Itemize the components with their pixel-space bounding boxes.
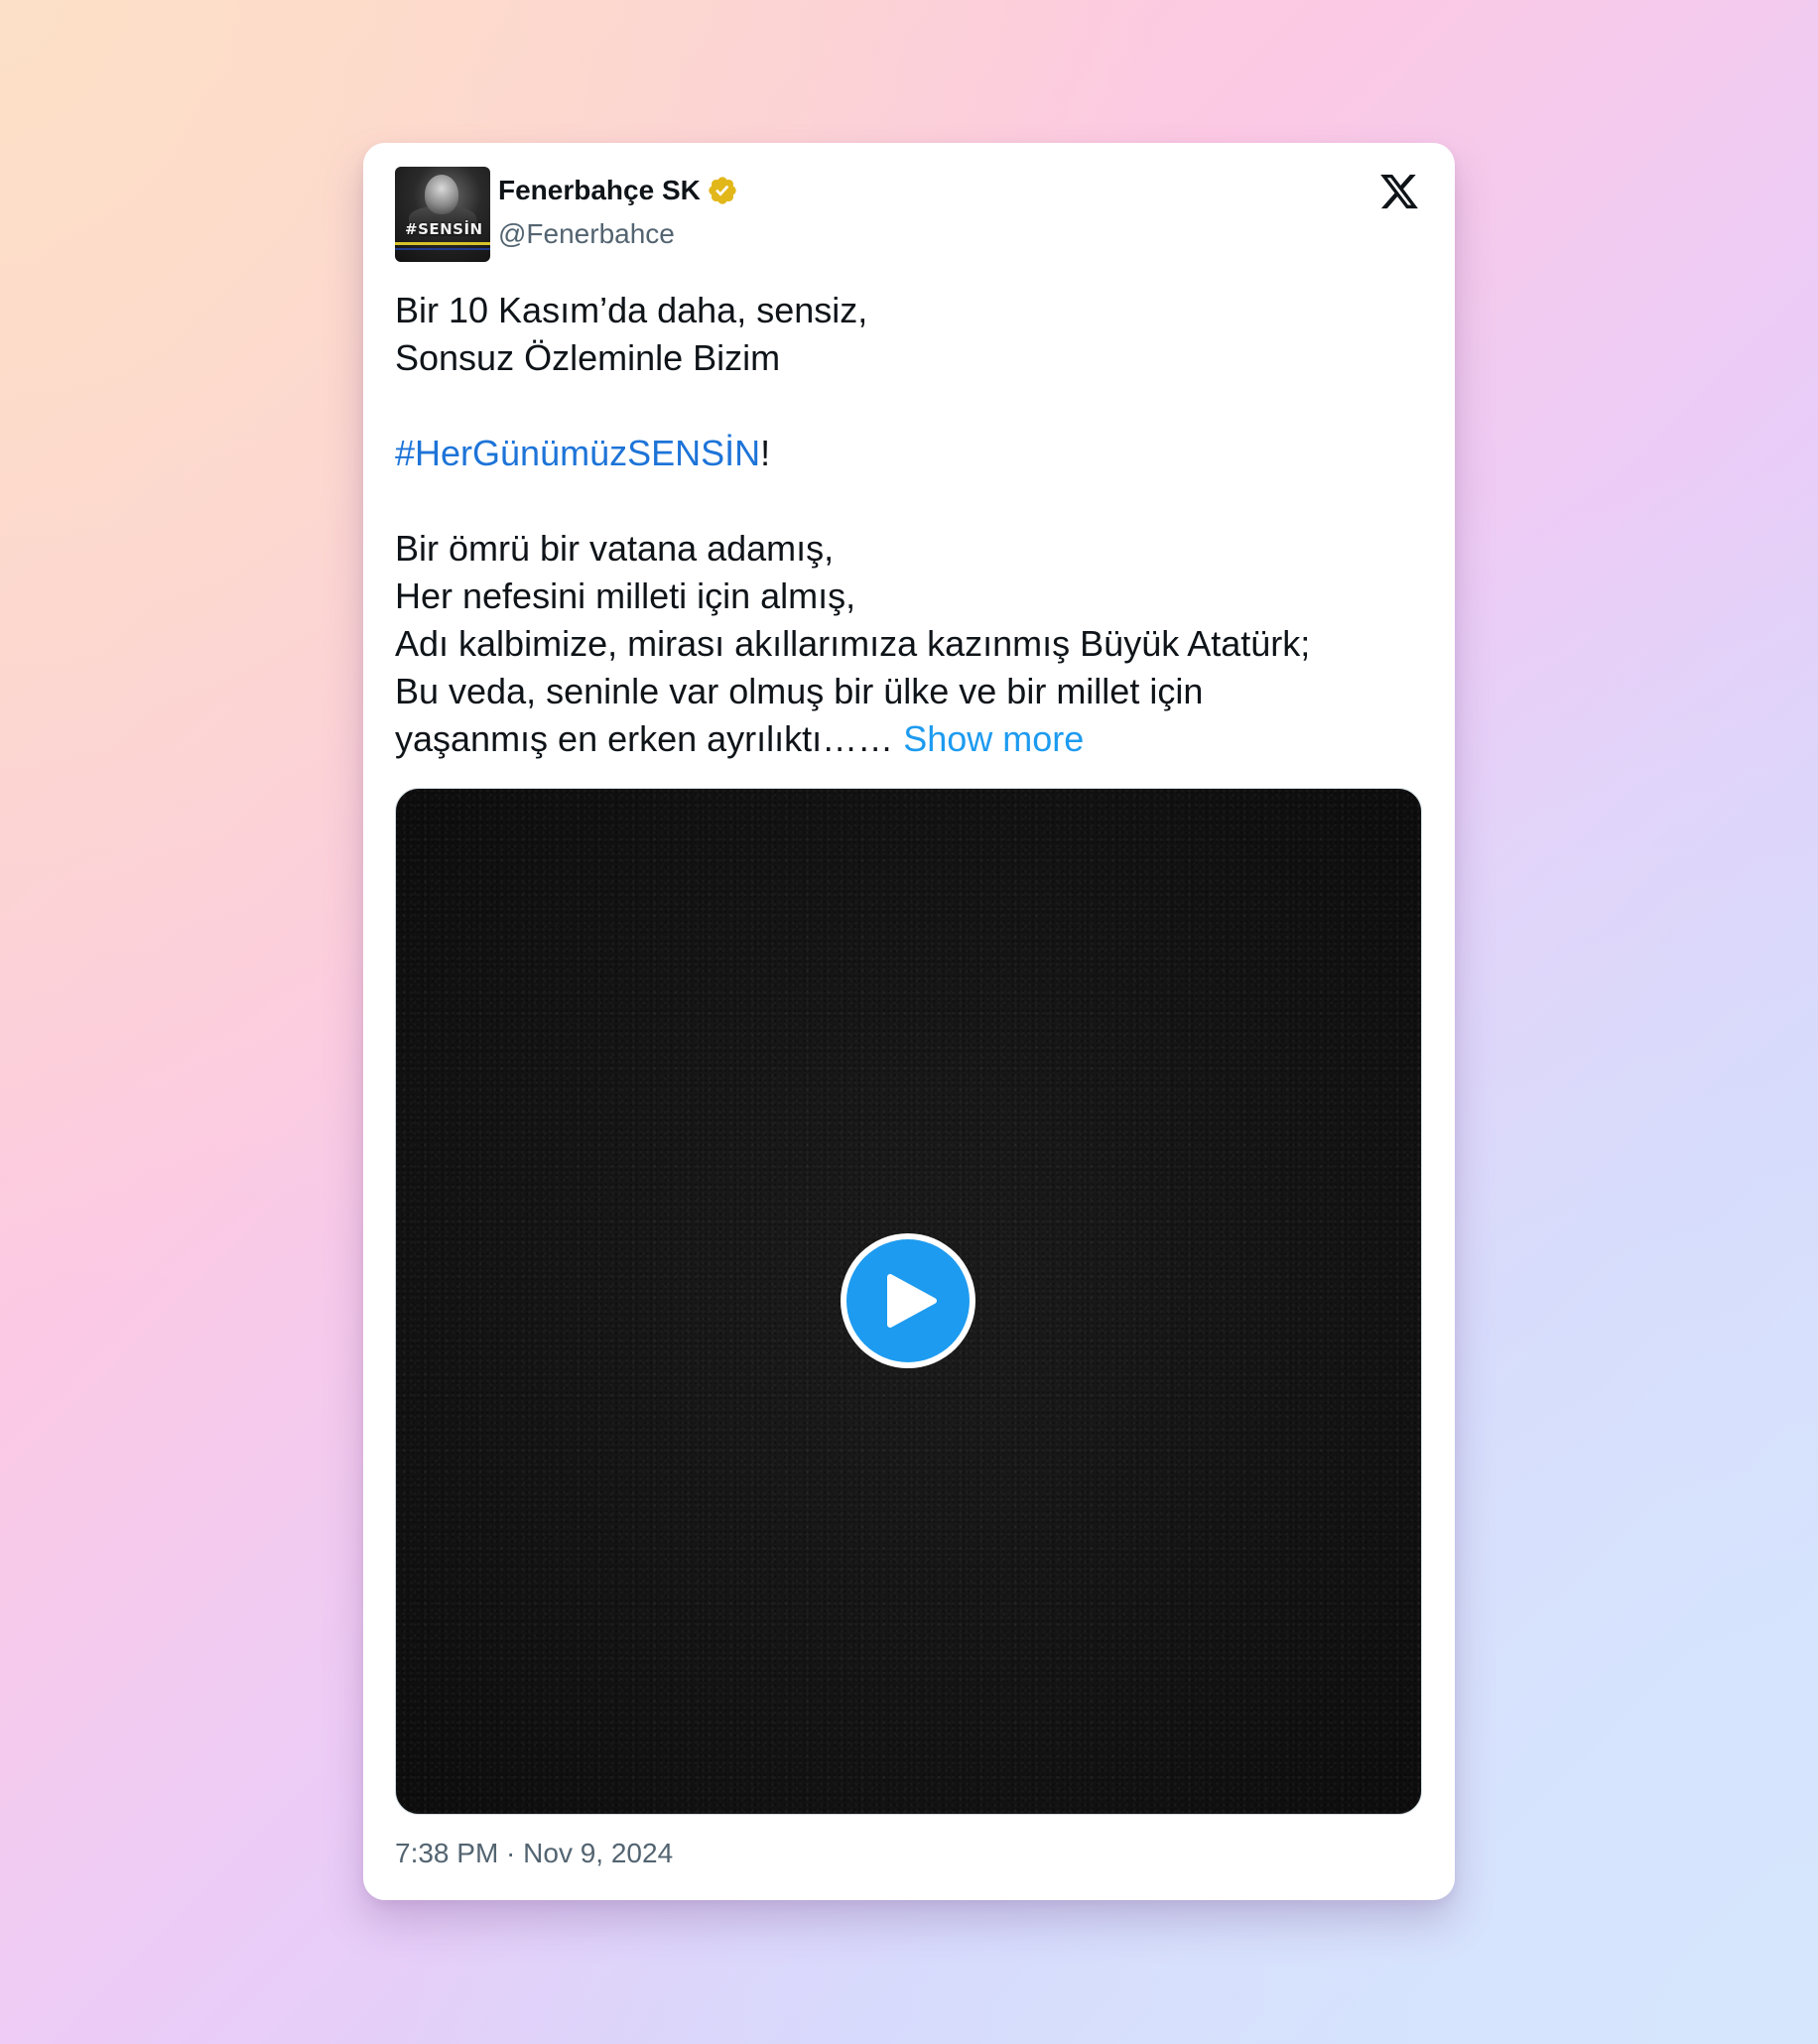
- tweet-card: #SENSİN Fenerbahçe SK @Fenerbahce Bir 10…: [363, 143, 1455, 1900]
- author-avatar[interactable]: #SENSİN: [395, 167, 490, 262]
- play-button-circle: [846, 1239, 970, 1362]
- avatar-stripe-yellow: [395, 242, 490, 245]
- author-handle[interactable]: @Fenerbahce: [498, 218, 675, 250]
- tweet-line-text: yaşanmış en erken ayrılıktı……: [395, 718, 894, 759]
- tweet-timestamp[interactable]: 7:38 PM · Nov 9, 2024: [395, 1838, 673, 1869]
- avatar-stripe-navy: [395, 248, 490, 250]
- play-icon: [887, 1274, 937, 1328]
- play-button[interactable]: [841, 1233, 975, 1368]
- author-display-name[interactable]: Fenerbahçe SK: [498, 175, 701, 206]
- x-logo-icon[interactable]: [1377, 171, 1421, 212]
- tweet-line: [395, 477, 1427, 525]
- exclamation-text: !: [760, 433, 771, 473]
- tweet-line: Adı kalbimize, mirası akıllarımıza kazın…: [395, 623, 1311, 664]
- tweet-line: Her nefesini milleti için almış,: [395, 575, 856, 616]
- tweet-line: Bir ömrü bir vatana adamış,: [395, 528, 835, 569]
- video-player[interactable]: [395, 788, 1422, 1815]
- author-name-row[interactable]: Fenerbahçe SK: [498, 175, 738, 206]
- tweet-line: Bir 10 Kasım’da daha, sensiz,: [395, 290, 868, 330]
- tweet-last-line: yaşanmış en erken ayrılıktı…… Show more: [395, 715, 1427, 763]
- avatar-portrait-head: [425, 175, 458, 214]
- hashtag-link[interactable]: #HerGünümüzSENSİN: [395, 433, 760, 473]
- verified-badge-icon: [707, 175, 738, 206]
- avatar-text: #SENSİN: [405, 220, 483, 238]
- tweet-line: Sonsuz Özleminle Bizim: [395, 337, 781, 378]
- tweet-line: [395, 382, 1427, 430]
- tweet-text: Bir 10 Kasım’da daha, sensiz, Sonsuz Özl…: [395, 287, 1427, 763]
- show-more-link[interactable]: Show more: [903, 718, 1084, 759]
- tweet-line: Bu veda, seninle var olmuş bir ülke ve b…: [395, 671, 1204, 711]
- tweet-hashtag-line: #HerGünümüzSENSİN!: [395, 430, 1427, 477]
